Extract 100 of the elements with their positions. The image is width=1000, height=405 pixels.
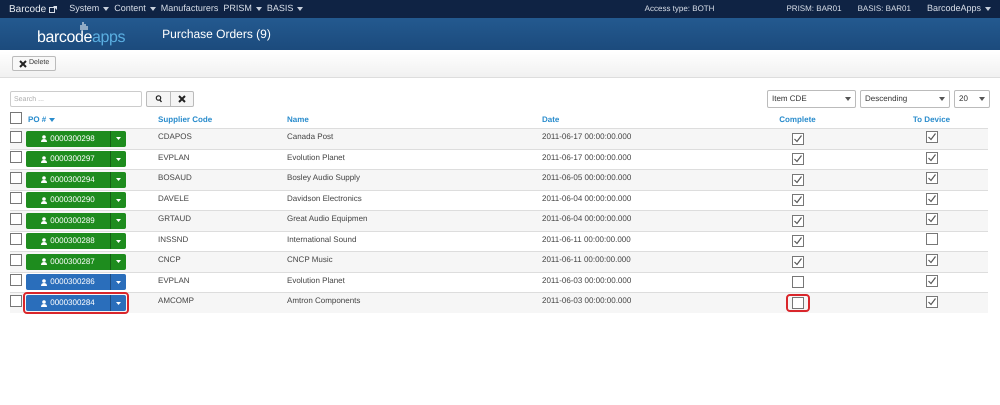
order-date: 2011-06-03 00:00:00.000 [542,276,632,284]
brand-link[interactable]: Barcode [9,2,46,16]
checkbox[interactable] [926,152,938,164]
po-button[interactable]: 0000300287 [26,254,126,270]
po-button[interactable]: 0000300284 [26,295,126,311]
clear-button[interactable] [171,91,194,107]
external-link-icon [49,6,58,12]
checkbox[interactable] [10,151,22,164]
user-icon [41,217,48,224]
column-header[interactable]: Name [287,114,309,126]
user-icon [41,196,48,204]
checkbox[interactable] [10,254,22,266]
sort-order-select[interactable]: Descending [860,90,950,108]
nav-menu[interactable]: BASIS [266,2,304,16]
po-button[interactable]: 0000300289 [26,212,126,229]
checkbox[interactable] [792,276,804,288]
column-header[interactable]: PO # [28,114,56,126]
checkbox[interactable] [792,256,804,268]
checkbox[interactable] [926,213,938,226]
supplier-name: Bosley Audio Supply [287,173,360,182]
supplier-name: International Sound [287,234,356,244]
supplier-code: CDAPOS [158,132,192,141]
caret-icon [985,7,991,11]
column-header[interactable]: Date [542,114,560,126]
po-button[interactable]: 0000300297 [26,151,126,168]
checkbox[interactable] [10,295,22,307]
page-title: Purchase Orders (9) [162,26,271,43]
checkbox[interactable] [10,130,22,143]
caret-icon [116,302,121,304]
checkbox[interactable] [10,112,22,124]
close-icon [178,95,186,103]
caret-icon [297,7,304,11]
caret-icon [845,97,851,101]
nav-menu[interactable]: Content [114,2,156,16]
checkbox[interactable] [792,132,804,145]
user-icon [41,300,48,306]
checkbox[interactable] [792,153,804,166]
po-button[interactable]: 0000300288 [26,233,126,250]
order-date: 2011-06-05 00:00:00.000 [542,173,632,182]
caret-icon [116,219,121,222]
caret-icon [150,7,156,11]
order-date: 2011-06-04 00:00:00.000 [542,214,632,223]
barcode-icon [80,22,88,30]
order-date: 2011-06-17 00:00:00.000 [542,152,632,162]
column-header[interactable]: Supplier Code [158,114,212,126]
po-button[interactable]: 0000300298 [26,130,126,147]
user-icon [41,258,48,266]
checkbox[interactable] [926,233,938,246]
caret-icon [116,260,121,264]
checkbox[interactable] [926,254,938,266]
checkbox[interactable] [926,296,938,308]
order-date: 2011-06-11 00:00:00.000 [542,255,631,264]
caret-icon [256,7,262,11]
user-icon [41,156,48,163]
search-button[interactable] [146,91,171,107]
nav-info[interactable]: BarcodeApps [926,2,991,16]
checkbox[interactable] [10,172,22,184]
supplier-code: BOSAUD [158,173,192,182]
po-button[interactable]: 0000300294 [26,172,126,188]
user-icon [41,238,48,245]
nav-menu[interactable]: Manufacturers [160,2,218,16]
supplier-code: CNCP [158,255,181,264]
caret-icon [103,7,110,11]
order-date: 2011-06-17 00:00:00.000 [542,132,632,141]
checkbox[interactable] [10,192,22,204]
caret-icon [116,137,121,140]
checkbox[interactable] [792,214,804,227]
checkbox[interactable] [926,274,938,287]
page-size-select[interactable]: 20 [954,90,990,108]
checkbox[interactable] [926,192,938,205]
supplier-code: EVPLAN [158,152,190,162]
supplier-name: Canada Post [287,132,334,141]
sort-caret-icon [49,118,56,122]
checkbox[interactable] [792,174,804,186]
checkbox[interactable] [792,194,804,206]
supplier-code: AMCOMP [158,296,194,305]
checkbox[interactable] [792,235,804,248]
supplier-code: DAVELE [158,194,189,202]
sort-field-select[interactable]: Item CDE [767,90,856,108]
user-icon [41,176,48,184]
supplier-code: GRTAUD [158,214,192,223]
checkbox[interactable] [10,212,22,225]
column-header[interactable]: Complete [779,114,816,126]
supplier-name: Great Audio Equipmen [287,214,368,223]
checkbox[interactable] [10,274,22,286]
nav-info: Access type: BOTH [644,3,714,15]
nav-menu[interactable]: System [69,2,110,16]
user-icon [41,135,48,142]
checkbox[interactable] [926,131,938,144]
po-button[interactable]: 0000300286 [26,274,126,290]
nav-info: BASIS: BAR01 [858,3,911,15]
supplier-name: Evolution Planet [287,152,345,162]
checkbox[interactable] [10,233,22,246]
checkbox[interactable] [792,296,804,309]
column-header[interactable]: To Device [912,114,950,126]
po-button[interactable]: 0000300290 [26,192,126,208]
supplier-code: EVPLAN [158,276,190,284]
user-icon [41,278,48,286]
nav-menu[interactable]: PRISM [223,2,262,16]
checkbox[interactable] [926,172,938,184]
